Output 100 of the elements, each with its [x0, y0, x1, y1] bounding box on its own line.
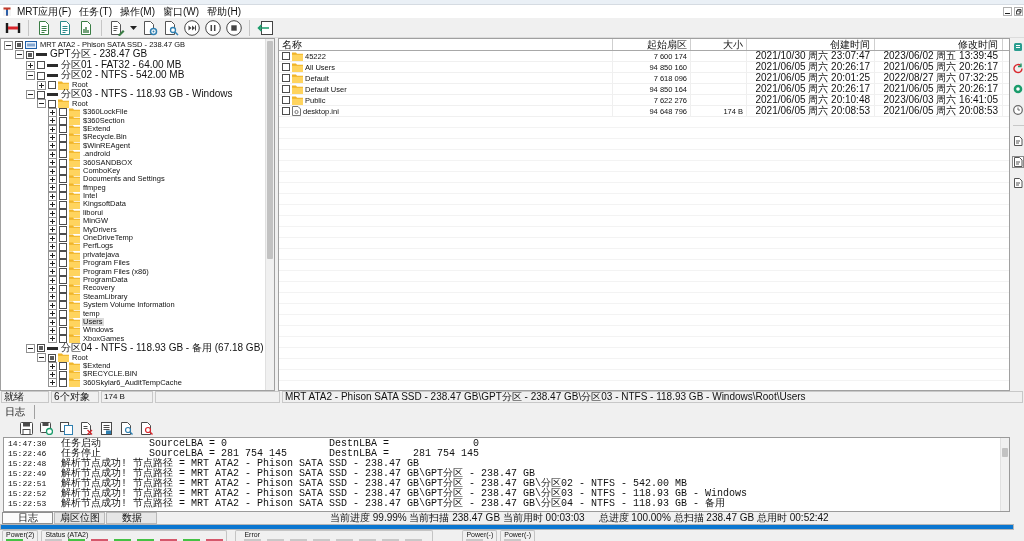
restore-icon[interactable]: [1014, 7, 1023, 16]
checkbox[interactable]: [59, 167, 67, 176]
collapse-icon[interactable]: [37, 353, 46, 363]
checkbox[interactable]: [282, 85, 290, 93]
stop-icon[interactable]: [226, 19, 242, 36]
checkbox[interactable]: [59, 309, 67, 318]
tree-item[interactable]: 分区03 - NTFS - 118.93 GB - Windows: [60, 89, 234, 100]
checkbox[interactable]: [59, 158, 67, 167]
checkbox[interactable]: [15, 41, 23, 50]
document-cross-icon[interactable]: [80, 421, 93, 435]
collapse-icon[interactable]: [26, 343, 35, 353]
checkbox[interactable]: [59, 326, 67, 335]
tab[interactable]: 扇区位图: [54, 512, 105, 524]
checkbox[interactable]: [59, 284, 67, 293]
document-search-icon[interactable]: [120, 421, 133, 435]
copy-icon[interactable]: [60, 421, 73, 435]
expand-icon[interactable]: [48, 378, 57, 388]
checkbox[interactable]: [282, 74, 290, 82]
expand-icon[interactable]: [48, 242, 57, 252]
document-lines-icon[interactable]: [36, 19, 52, 36]
expand-icon[interactable]: [48, 334, 57, 344]
circular-arrows-icon[interactable]: [1012, 62, 1024, 74]
expand-icon[interactable]: [37, 80, 46, 90]
expand-icon[interactable]: [48, 183, 57, 193]
checkbox[interactable]: [59, 292, 67, 301]
menu-item[interactable]: 帮助(H): [204, 5, 245, 18]
skip-forward-icon[interactable]: [184, 19, 200, 36]
checkbox[interactable]: [59, 225, 67, 234]
save-icon[interactable]: [20, 421, 33, 435]
checkbox[interactable]: [59, 234, 67, 243]
menu-item[interactable]: 操作(M): [117, 5, 159, 18]
checkbox[interactable]: [59, 259, 67, 268]
checkbox[interactable]: [59, 141, 67, 150]
document-list-icon[interactable]: [100, 421, 113, 435]
app-icon[interactable]: [3, 7, 11, 16]
expand-icon[interactable]: [48, 309, 57, 319]
tab[interactable]: 日志: [2, 512, 53, 524]
checkbox[interactable]: [59, 267, 67, 276]
checkbox[interactable]: [59, 192, 67, 201]
document-search-icon[interactable]: [163, 19, 179, 36]
checkbox[interactable]: [26, 50, 34, 59]
checkbox[interactable]: [37, 344, 45, 353]
checkbox[interactable]: [59, 378, 67, 387]
collapse-icon[interactable]: [26, 90, 35, 100]
checkbox[interactable]: [59, 116, 67, 125]
circle-icon[interactable]: [1012, 83, 1024, 95]
checkbox[interactable]: [48, 353, 56, 362]
checkbox[interactable]: [59, 318, 67, 327]
checkbox[interactable]: [59, 276, 67, 285]
checkbox[interactable]: [37, 71, 45, 80]
document-gear-icon[interactable]: [142, 19, 158, 36]
expand-icon[interactable]: [48, 292, 57, 302]
scrollbar-thumb[interactable]: [267, 41, 273, 259]
caret-down-icon[interactable]: [130, 25, 137, 30]
tree-item[interactable]: 分区02 - NTFS - 542.00 MB: [60, 70, 186, 81]
checkbox[interactable]: [282, 107, 290, 115]
collapse-icon[interactable]: [4, 40, 13, 50]
menu-item[interactable]: 窗口(W): [160, 5, 203, 18]
save-sync-icon[interactable]: [40, 421, 53, 435]
scrollbar[interactable]: [265, 39, 274, 390]
expand-icon[interactable]: [26, 60, 35, 70]
checkbox[interactable]: [282, 63, 290, 71]
tab[interactable]: 数据: [106, 512, 157, 524]
document-search-icon[interactable]: [140, 421, 153, 435]
checkbox[interactable]: [59, 370, 67, 379]
checkbox[interactable]: [48, 81, 56, 90]
expand-icon[interactable]: [48, 116, 57, 126]
scrollbar-thumb[interactable]: [1002, 448, 1008, 457]
document-chart-icon[interactable]: [78, 19, 94, 36]
expand-icon[interactable]: [48, 158, 57, 168]
column-header[interactable]: 名称: [279, 39, 613, 50]
scrollbar[interactable]: [1000, 438, 1009, 511]
document-edit-icon[interactable]: [109, 19, 125, 36]
expand-icon[interactable]: [48, 267, 57, 277]
checkbox[interactable]: [59, 133, 67, 142]
checkbox[interactable]: [59, 334, 67, 343]
checkbox[interactable]: [59, 301, 67, 310]
checkbox[interactable]: [282, 52, 290, 60]
minimize-icon[interactable]: [1003, 7, 1012, 16]
document-lines-icon[interactable]: [57, 19, 73, 36]
clock-icon[interactable]: [1012, 104, 1024, 116]
collapse-icon[interactable]: [15, 50, 24, 60]
checkbox[interactable]: [59, 175, 67, 184]
collapse-icon[interactable]: [26, 71, 35, 81]
tree-item[interactable]: GPT分区 - 238.47 GB: [49, 49, 149, 60]
document-icon[interactable]: [1012, 177, 1024, 189]
checkbox[interactable]: [48, 99, 56, 108]
checkbox[interactable]: [59, 183, 67, 192]
checkbox[interactable]: [59, 200, 67, 209]
exit-icon[interactable]: [257, 19, 273, 36]
checkbox[interactable]: [59, 125, 67, 134]
expand-icon[interactable]: [48, 200, 57, 210]
checkbox[interactable]: [37, 61, 45, 70]
menu-item[interactable]: MRT应用(F): [14, 5, 75, 18]
checkbox[interactable]: [59, 150, 67, 159]
pause-icon[interactable]: [205, 19, 221, 36]
tree-item[interactable]: 分区04 - NTFS - 118.93 GB - 备用 (67.18 GB): [60, 343, 265, 354]
checkbox[interactable]: [282, 96, 290, 104]
checkbox[interactable]: [59, 209, 67, 218]
tree-item[interactable]: 分区01 - FAT32 - 64.00 MB: [60, 59, 183, 71]
